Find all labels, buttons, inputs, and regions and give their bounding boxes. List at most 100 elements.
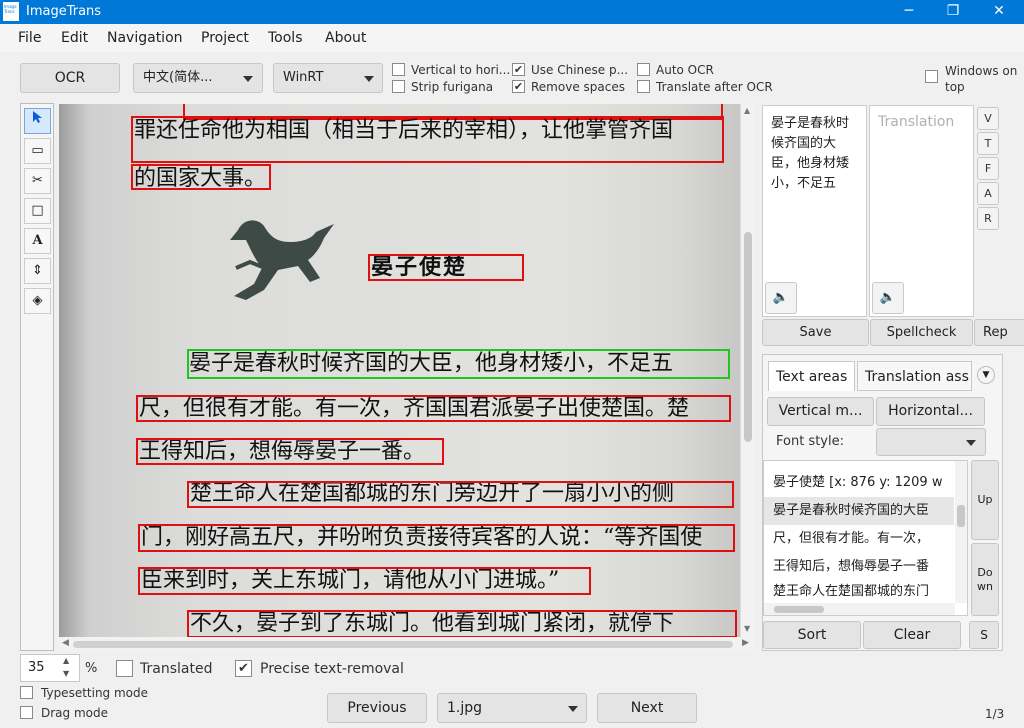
remove-spaces-checkbox[interactable]: ✔ — [512, 80, 525, 93]
ocr-box[interactable] — [136, 395, 731, 422]
speaker-icon[interactable]: 🔈 — [765, 282, 797, 314]
move-updown-icon[interactable]: ⇕ — [24, 258, 51, 284]
ocr-box[interactable] — [368, 254, 524, 281]
drag-mode-checkbox[interactable] — [20, 706, 33, 719]
horizontal-mode-button[interactable]: Horizontal... — [876, 397, 985, 426]
side-button-f[interactable]: F — [977, 157, 999, 180]
language-select[interactable]: 中文(简体... — [133, 63, 263, 93]
tab-menu-chevron-icon[interactable]: ▼ — [977, 366, 995, 384]
scroll-left-icon[interactable]: ◀ — [62, 638, 69, 648]
s-button[interactable]: S — [969, 621, 999, 649]
menu-edit[interactable]: Edit — [61, 30, 88, 46]
menu-project[interactable]: Project — [201, 30, 249, 46]
list-item[interactable]: 王得知后，想侮辱晏子一番 — [764, 553, 954, 581]
previous-button[interactable]: Previous — [327, 693, 427, 723]
precise-text-removal-checkbox[interactable]: ✔ — [235, 660, 252, 677]
title-bar: Image Trans ImageTrans ─ ❐ ✕ — [0, 0, 1024, 24]
menu-file[interactable]: File — [18, 30, 41, 46]
font-style-select[interactable] — [876, 428, 986, 456]
rectangle-icon[interactable]: □ — [24, 198, 51, 224]
scrollbar-thumb[interactable] — [744, 232, 752, 442]
chevron-down-icon — [364, 76, 374, 82]
spinner-up-icon[interactable]: ▲ — [63, 656, 69, 665]
side-button-a[interactable]: A — [977, 182, 999, 205]
list-vertical-scrollbar[interactable] — [955, 461, 967, 603]
side-button-v[interactable]: V — [977, 107, 999, 130]
ocr-box[interactable] — [131, 116, 724, 163]
translation-panel[interactable]: Translation 🔈 — [869, 105, 974, 317]
ocr-box-selected[interactable] — [187, 349, 730, 379]
menu-tools[interactable]: Tools — [268, 30, 303, 46]
list-item[interactable]: 晏子使楚 [x: 876 y: 1209 w — [764, 469, 954, 497]
translation-placeholder: Translation — [878, 114, 955, 130]
menu-about[interactable]: About — [325, 30, 366, 46]
tab-translation-assist[interactable]: Translation ass — [857, 361, 972, 391]
list-item[interactable]: 楚王命人在楚国都城的东门 — [764, 581, 954, 603]
ocr-box[interactable] — [187, 481, 734, 508]
image-canvas[interactable]: 罪还任命他为相国（相当于后来的宰相），让他掌管齐国 的国家大事。 晏子使楚 晏子… — [59, 104, 740, 637]
zoom-value[interactable]: 35 — [28, 660, 45, 675]
minimize-button[interactable]: ─ — [886, 0, 932, 24]
spellcheck-button[interactable]: Spellcheck — [870, 319, 973, 346]
text-areas-list[interactable]: 晏子使楚 [x: 876 y: 1209 w 晏子是春秋时候齐国的大臣 尺，但很… — [763, 460, 968, 616]
scrollbar-thumb[interactable] — [73, 641, 733, 648]
spinner-down-icon[interactable]: ▼ — [63, 669, 69, 678]
scroll-up-icon[interactable]: ▲ — [744, 106, 750, 115]
windows-on-top-checkbox[interactable] — [925, 70, 938, 83]
ocr-box[interactable] — [138, 567, 591, 595]
speaker-icon[interactable]: 🔈 — [872, 282, 904, 314]
text-tool-icon[interactable]: A — [24, 228, 51, 254]
region-icon[interactable]: ▭ — [24, 138, 51, 164]
zoom-spinner[interactable]: 35 ▲ ▼ — [20, 654, 80, 682]
translated-label: Translated — [140, 661, 213, 677]
strip-furigana-checkbox[interactable] — [392, 80, 405, 93]
sort-button[interactable]: Sort — [763, 621, 861, 649]
auto-ocr-checkbox[interactable] — [637, 63, 650, 76]
list-item-selected[interactable]: 晏子是春秋时候齐国的大臣 — [764, 497, 954, 525]
auto-ocr-label: Auto OCR — [656, 63, 714, 77]
scrollbar-thumb[interactable] — [957, 505, 965, 527]
source-text-panel[interactable]: 晏子是春秋时候齐国的大臣，他身材矮小，不足五 🔈 — [762, 105, 867, 317]
canvas-horizontal-scrollbar[interactable]: ◀ ▶ — [59, 637, 754, 651]
pointer-icon[interactable] — [24, 108, 51, 134]
ocr-box[interactable] — [138, 524, 735, 552]
layers-icon[interactable]: ◈ — [24, 288, 51, 314]
typesetting-mode-checkbox[interactable] — [20, 686, 33, 699]
side-button-r[interactable]: R — [977, 207, 999, 230]
replace-button[interactable]: Rep — [974, 319, 1024, 346]
ocr-button[interactable]: OCR — [20, 63, 120, 93]
move-up-button[interactable]: Up — [971, 460, 999, 540]
list-item[interactable]: 尺，但很有才能。有一次， — [764, 525, 954, 553]
scissors-icon[interactable]: ✂ — [24, 168, 51, 194]
clear-button[interactable]: Clear — [863, 621, 961, 649]
ocr-box[interactable] — [131, 164, 271, 190]
tab-text-areas[interactable]: Text areas — [768, 361, 856, 391]
use-chinese-label: Use Chinese p... — [531, 63, 629, 77]
maximize-button[interactable]: ❐ — [930, 0, 976, 24]
side-button-t[interactable]: T — [977, 132, 999, 155]
vertical-to-horizontal-label: Vertical to hori... — [411, 63, 511, 77]
vertical-to-horizontal-checkbox[interactable] — [392, 63, 405, 76]
ocr-engine-select[interactable]: WinRT — [273, 63, 383, 93]
source-text[interactable]: 晏子是春秋时候齐国的大臣，他身材矮小，不足五 — [771, 114, 857, 194]
vertical-mode-button[interactable]: Vertical m... — [767, 397, 874, 426]
scroll-down-icon[interactable]: ▼ — [744, 624, 750, 633]
ocr-box[interactable] — [136, 438, 444, 465]
translate-after-ocr-checkbox[interactable] — [637, 80, 650, 93]
close-button[interactable]: ✕ — [976, 0, 1022, 24]
move-down-button[interactable]: Do wn — [971, 543, 999, 616]
windows-on-top-label: Windows on top — [945, 64, 1018, 94]
canvas-vertical-scrollbar[interactable]: ▲ ▼ — [740, 104, 754, 637]
menu-bar: File Edit Navigation Project Tools About — [0, 24, 1024, 52]
menu-navigation[interactable]: Navigation — [107, 30, 183, 46]
next-button[interactable]: Next — [597, 693, 697, 723]
translated-checkbox[interactable] — [116, 660, 133, 677]
ocr-box[interactable] — [187, 610, 737, 637]
save-button[interactable]: Save — [762, 319, 869, 346]
scroll-right-icon[interactable]: ▶ — [742, 638, 749, 648]
list-horizontal-scrollbar[interactable] — [764, 603, 955, 615]
image-file-select[interactable]: 1.jpg — [437, 693, 587, 723]
use-chinese-checkbox[interactable]: ✔ — [512, 63, 525, 76]
scrollbar-thumb[interactable] — [774, 606, 824, 613]
chevron-down-icon — [966, 440, 976, 446]
